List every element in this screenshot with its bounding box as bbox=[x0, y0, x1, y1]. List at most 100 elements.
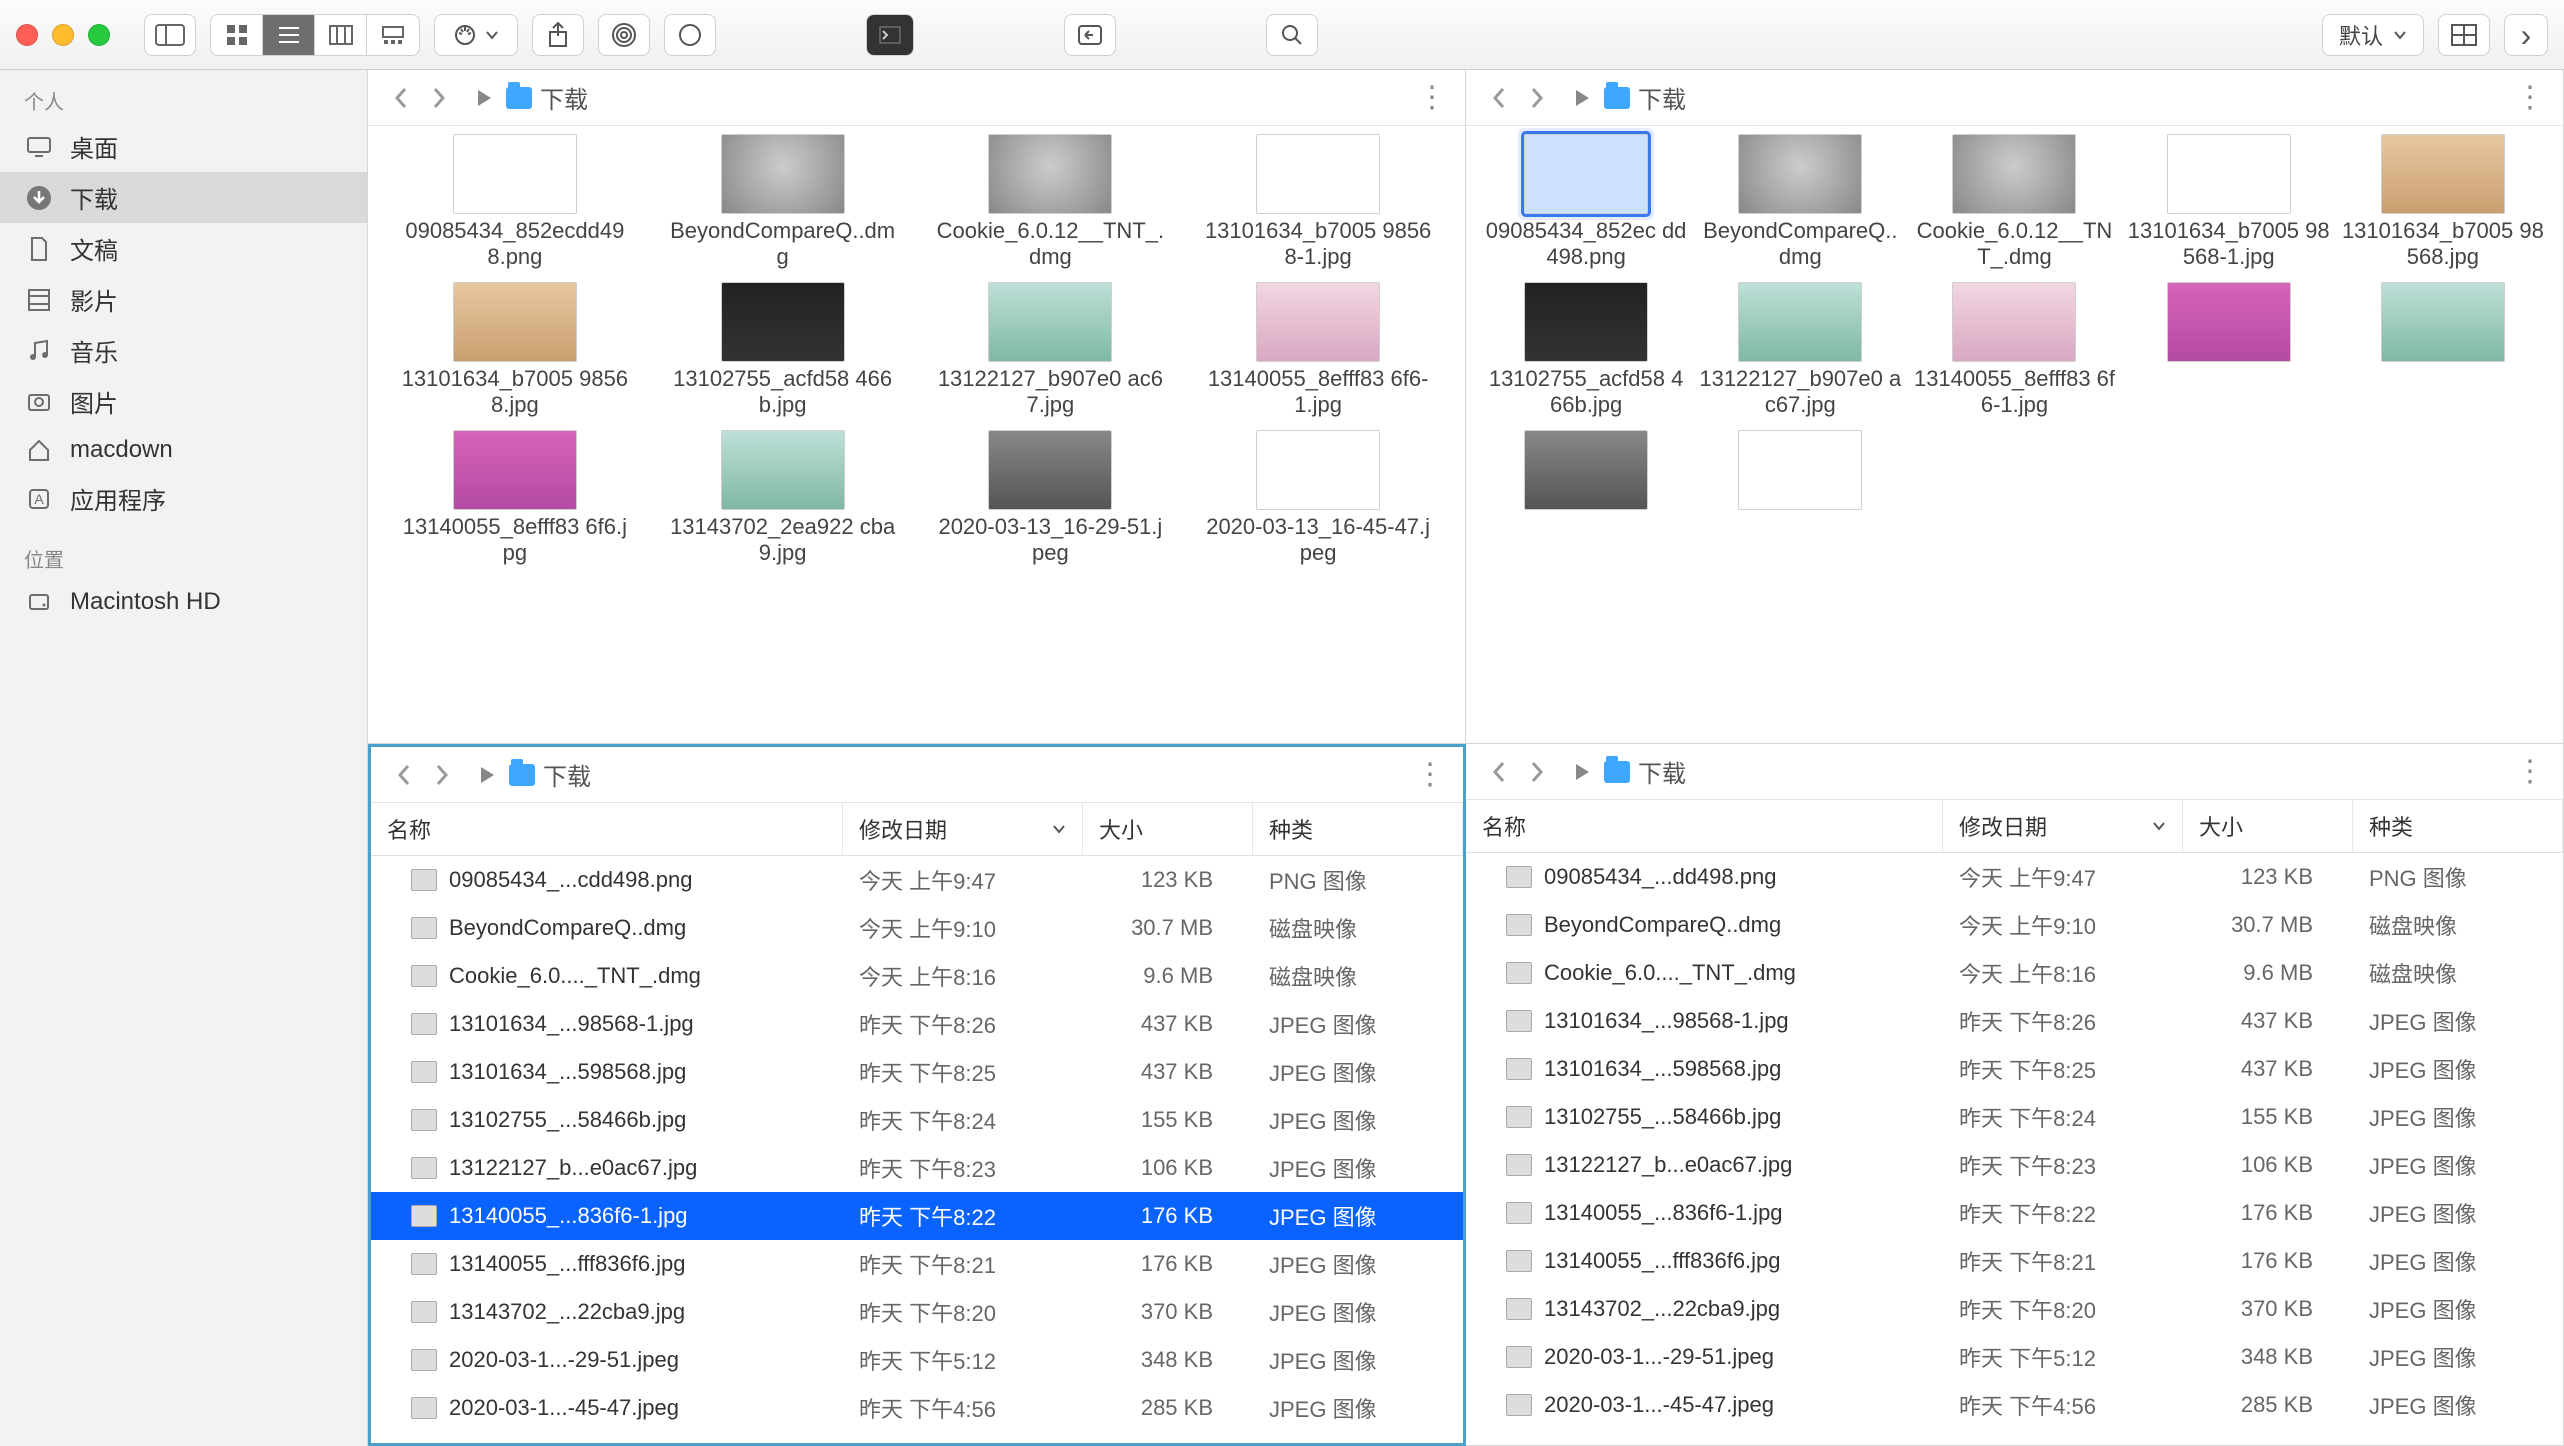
terminal-button[interactable] bbox=[866, 14, 914, 56]
file-item[interactable] bbox=[1480, 422, 1692, 518]
table-row[interactable]: 13143702_...22cba9.jpg 昨天 下午8:20 370 KB … bbox=[371, 1288, 1463, 1336]
table-row[interactable]: Cookie_6.0...._TNT_.dmg 今天 上午8:16 9.6 MB… bbox=[1466, 949, 2563, 997]
table-row[interactable]: 13102755_...58466b.jpg 昨天 下午8:24 155 KB … bbox=[1466, 1093, 2563, 1141]
forward-button[interactable] bbox=[422, 81, 456, 115]
view-column-icon[interactable] bbox=[315, 15, 367, 55]
sidebar-item-music[interactable]: 音乐 bbox=[0, 325, 367, 376]
file-item[interactable] bbox=[2337, 274, 2549, 422]
file-item[interactable]: 13101634_b7005 98568-1.jpg bbox=[2123, 126, 2335, 274]
play-icon[interactable] bbox=[1574, 89, 1590, 107]
tag-button[interactable] bbox=[664, 14, 716, 56]
play-icon[interactable] bbox=[476, 89, 492, 107]
play-icon[interactable] bbox=[1574, 763, 1590, 781]
file-item[interactable] bbox=[1694, 422, 1906, 518]
file-item[interactable]: 13140055_8efff83 6f6-1.jpg bbox=[1908, 274, 2120, 422]
table-row[interactable]: 13122127_b...e0ac67.jpg 昨天 下午8:23 106 KB… bbox=[371, 1144, 1463, 1192]
airdrop-button[interactable] bbox=[598, 14, 650, 56]
file-item[interactable]: 13101634_b7005 98568.jpg bbox=[382, 274, 648, 422]
minimize-icon[interactable] bbox=[52, 24, 74, 46]
col-kind[interactable]: 种类 bbox=[2353, 800, 2563, 852]
table-row[interactable]: 2020-03-1...-29-51.jpeg 昨天 下午5:12 348 KB… bbox=[1466, 1333, 2563, 1381]
path-more-icon[interactable]: ⋮ bbox=[2515, 80, 2547, 115]
breadcrumb[interactable]: 下载 bbox=[1604, 754, 1686, 789]
file-item[interactable]: BeyondCompareQ..dmg bbox=[650, 126, 916, 274]
table-row[interactable]: 13122127_b...e0ac67.jpg 昨天 下午8:23 106 KB… bbox=[1466, 1141, 2563, 1189]
breadcrumb[interactable]: 下载 bbox=[1604, 80, 1686, 115]
toolbar-more-button[interactable]: › bbox=[2504, 14, 2548, 56]
col-date[interactable]: 修改日期 bbox=[1943, 800, 2183, 852]
file-item[interactable]: 13143702_2ea922 cba9.jpg bbox=[650, 422, 916, 570]
table-row[interactable]: 13102755_...58466b.jpg 昨天 下午8:24 155 KB … bbox=[371, 1096, 1463, 1144]
sidebar-item-film[interactable]: 影片 bbox=[0, 274, 367, 325]
table-row[interactable]: 2020-03-1...-45-47.jpeg 昨天 下午4:56 285 KB… bbox=[371, 1384, 1463, 1432]
table-row[interactable]: 13140055_...836f6-1.jpg 昨天 下午8:22 176 KB… bbox=[1466, 1189, 2563, 1237]
table-row[interactable]: Cookie_6.0...._TNT_.dmg 今天 上午8:16 9.6 MB… bbox=[371, 952, 1463, 1000]
back-button[interactable] bbox=[1482, 755, 1516, 789]
col-kind[interactable]: 种类 bbox=[1253, 803, 1463, 855]
file-item[interactable]: 13101634_b7005 98568.jpg bbox=[2337, 126, 2549, 274]
table-row[interactable]: 13140055_...fff836f6.jpg 昨天 下午8:21 176 K… bbox=[1466, 1237, 2563, 1285]
zoom-icon[interactable] bbox=[88, 24, 110, 46]
table-row[interactable]: 2020-03-1...-29-51.jpeg 昨天 下午5:12 348 KB… bbox=[371, 1336, 1463, 1384]
table-row[interactable]: 2020-03-1...-45-47.jpeg 昨天 下午4:56 285 KB… bbox=[1466, 1381, 2563, 1429]
col-size[interactable]: 大小 bbox=[1083, 803, 1253, 855]
list-body[interactable]: 09085434_...cdd498.png 今天 上午9:47 123 KB … bbox=[371, 856, 1463, 1443]
forward-button[interactable] bbox=[425, 758, 459, 792]
view-mode-segment[interactable] bbox=[210, 14, 420, 56]
table-row[interactable]: 13101634_...98568-1.jpg 昨天 下午8:26 437 KB… bbox=[371, 1000, 1463, 1048]
forward-button[interactable] bbox=[1520, 81, 1554, 115]
sidebar-item-photo[interactable]: 图片 bbox=[0, 376, 367, 427]
table-row[interactable]: 13143702_...22cba9.jpg 昨天 下午8:20 370 KB … bbox=[1466, 1285, 2563, 1333]
sidebar-item-download[interactable]: 下载 bbox=[0, 172, 367, 223]
play-icon[interactable] bbox=[479, 766, 495, 784]
table-row[interactable]: 13140055_...836f6-1.jpg 昨天 下午8:22 176 KB… bbox=[371, 1192, 1463, 1240]
arrangement-dropdown[interactable]: 默认 bbox=[2322, 14, 2424, 56]
action-menu-button[interactable] bbox=[434, 14, 518, 56]
col-date[interactable]: 修改日期 bbox=[843, 803, 1083, 855]
share-button[interactable] bbox=[532, 14, 584, 56]
file-item[interactable]: 13140055_8efff83 6f6.jpg bbox=[382, 422, 648, 570]
file-item[interactable]: 13102755_acfd58 466b.jpg bbox=[1480, 274, 1692, 422]
file-item[interactable]: 13101634_b7005 98568-1.jpg bbox=[1185, 126, 1451, 274]
col-name[interactable]: 名称 bbox=[371, 803, 843, 855]
path-more-icon[interactable]: ⋮ bbox=[1417, 80, 1449, 115]
path-more-icon[interactable]: ⋮ bbox=[1415, 757, 1447, 792]
sidebar-item-home[interactable]: macdown bbox=[0, 427, 367, 473]
back-button[interactable] bbox=[1482, 81, 1516, 115]
file-item[interactable]: 13140055_8efff83 6f6-1.jpg bbox=[1185, 274, 1451, 422]
file-item[interactable]: Cookie_6.0.12__TNT_.dmg bbox=[918, 126, 1184, 274]
panes-layout-button[interactable] bbox=[2438, 14, 2490, 56]
file-item[interactable]: 09085434_852ecdd498.png bbox=[382, 126, 648, 274]
file-item[interactable]: 13102755_acfd58 466b.jpg bbox=[650, 274, 916, 422]
breadcrumb[interactable]: 下载 bbox=[506, 80, 588, 115]
file-item[interactable]: 09085434_852ec dd498.png bbox=[1480, 126, 1692, 274]
table-row[interactable]: 13140055_...fff836f6.jpg 昨天 下午8:21 176 K… bbox=[371, 1240, 1463, 1288]
file-item[interactable]: 2020-03-13_16-45-47.jpeg bbox=[1185, 422, 1451, 570]
table-row[interactable]: 13101634_...98568-1.jpg 昨天 下午8:26 437 KB… bbox=[1466, 997, 2563, 1045]
search-button[interactable] bbox=[1266, 14, 1318, 56]
file-item[interactable]: 13122127_b907e0 ac67.jpg bbox=[1694, 274, 1906, 422]
table-row[interactable]: 13101634_...598568.jpg 昨天 下午8:25 437 KB … bbox=[371, 1048, 1463, 1096]
back-button[interactable] bbox=[387, 758, 421, 792]
view-list-icon[interactable] bbox=[263, 15, 315, 55]
sidebar-item-doc[interactable]: 文稿 bbox=[0, 223, 367, 274]
col-size[interactable]: 大小 bbox=[2183, 800, 2353, 852]
view-gallery-icon[interactable] bbox=[367, 15, 419, 55]
icon-view[interactable]: 09085434_852ecdd498.png BeyondCompareQ..… bbox=[368, 126, 1465, 743]
table-row[interactable]: BeyondCompareQ..dmg 今天 上午9:10 30.7 MB 磁盘… bbox=[371, 904, 1463, 952]
file-item[interactable]: BeyondCompareQ..dmg bbox=[1694, 126, 1906, 274]
list-body[interactable]: 09085434_...dd498.png 今天 上午9:47 123 KB P… bbox=[1466, 853, 2563, 1445]
sidebar-item-desktop[interactable]: 桌面 bbox=[0, 121, 367, 172]
view-icon-grid-icon[interactable] bbox=[211, 15, 263, 55]
icon-view[interactable]: 09085434_852ec dd498.png BeyondCompareQ.… bbox=[1466, 126, 2563, 743]
file-item[interactable]: 13122127_b907e0 ac67.jpg bbox=[918, 274, 1184, 422]
open-button[interactable] bbox=[1064, 14, 1116, 56]
breadcrumb[interactable]: 下载 bbox=[509, 757, 591, 792]
sidebar-item-hd[interactable]: Macintosh HD bbox=[0, 579, 367, 625]
col-name[interactable]: 名称 bbox=[1466, 800, 1943, 852]
table-row[interactable]: BeyondCompareQ..dmg 今天 上午9:10 30.7 MB 磁盘… bbox=[1466, 901, 2563, 949]
forward-button[interactable] bbox=[1520, 755, 1554, 789]
sidebar-toggle-button[interactable] bbox=[144, 14, 196, 56]
file-item[interactable] bbox=[2123, 274, 2335, 422]
file-item[interactable]: 2020-03-13_16-29-51.jpeg bbox=[918, 422, 1184, 570]
